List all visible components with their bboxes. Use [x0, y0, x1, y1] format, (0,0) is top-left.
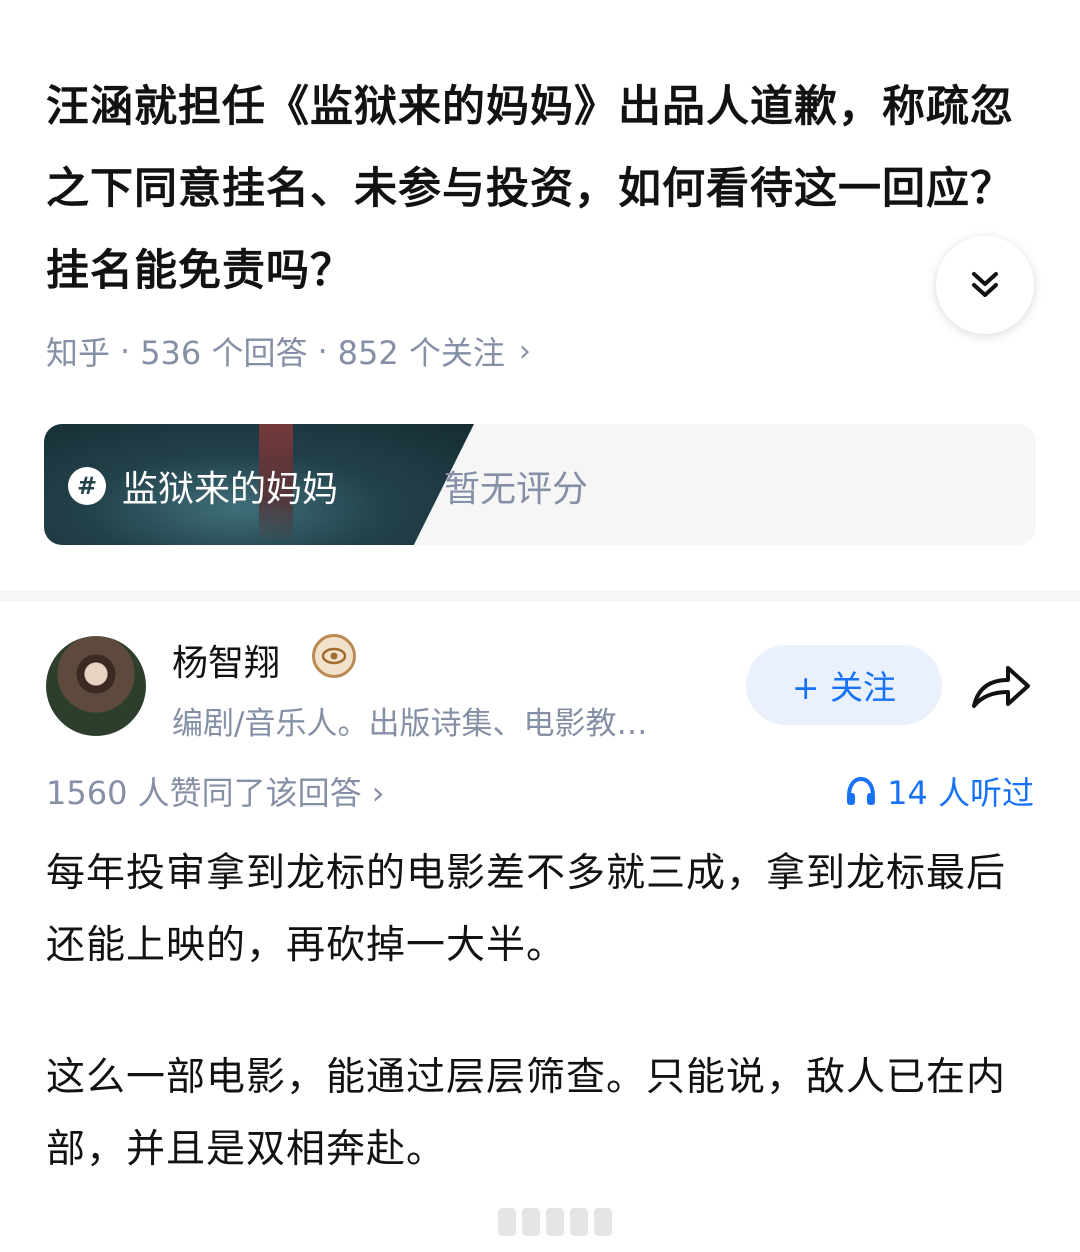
- topic-rating: 暂无评分: [444, 469, 589, 510]
- question-title[interactable]: 汪涵就担任《监狱来的妈妈》出品人道歉，称疏忽之下同意挂名、未参与投资，如何看待这…: [46, 66, 1046, 312]
- creator-badge-icon: [312, 634, 356, 678]
- double-chevron-down-icon: [972, 272, 998, 297]
- chevron-right-icon: ›: [518, 333, 531, 369]
- eye-icon: [321, 647, 347, 665]
- hash-icon: #: [68, 467, 106, 505]
- share-arrow-icon[interactable]: [968, 658, 1034, 714]
- answer-count: 536 个回答: [140, 334, 308, 372]
- listen-label: 14 人听过: [887, 774, 1034, 812]
- avatar[interactable]: [46, 636, 146, 736]
- author-name[interactable]: 杨智翔: [172, 634, 280, 686]
- chevron-right-icon: ›: [371, 774, 385, 812]
- separator-dot: ·: [317, 332, 328, 370]
- separator-dot: ·: [120, 332, 131, 370]
- section-divider: [0, 590, 1080, 602]
- headphones-icon: [847, 776, 876, 805]
- watermark: [498, 1204, 622, 1240]
- source-label: 知乎: [46, 334, 111, 372]
- follower-count: 852 个关注: [337, 334, 505, 372]
- follow-button[interactable]: + 关注: [746, 645, 942, 725]
- likes-count[interactable]: 1560 人赞同了该回答 ›: [46, 768, 385, 814]
- question-meta[interactable]: 知乎 · 536 个回答 · 852 个关注 ›: [46, 328, 531, 374]
- topic-name: 监狱来的妈妈: [122, 469, 339, 510]
- listen-count[interactable]: 14 人听过: [845, 768, 1034, 814]
- expand-button[interactable]: [936, 236, 1034, 334]
- author-bio: 编剧/音乐人。出版诗集、电影教…: [172, 706, 648, 742]
- answer-paragraph: 这么一部电影，能通过层层筛查。只能说，敌人已在内部，并且是双相奔赴。: [46, 1055, 1007, 1172]
- likes-label: 1560 人赞同了该回答: [46, 774, 362, 812]
- answer-paragraph: 每年投审拿到龙标的电影差不多就三成，拿到龙标最后还能上映的，再砍掉一大半。: [46, 851, 1007, 968]
- topic-card[interactable]: # 监狱来的妈妈 暂无评分: [44, 424, 1036, 545]
